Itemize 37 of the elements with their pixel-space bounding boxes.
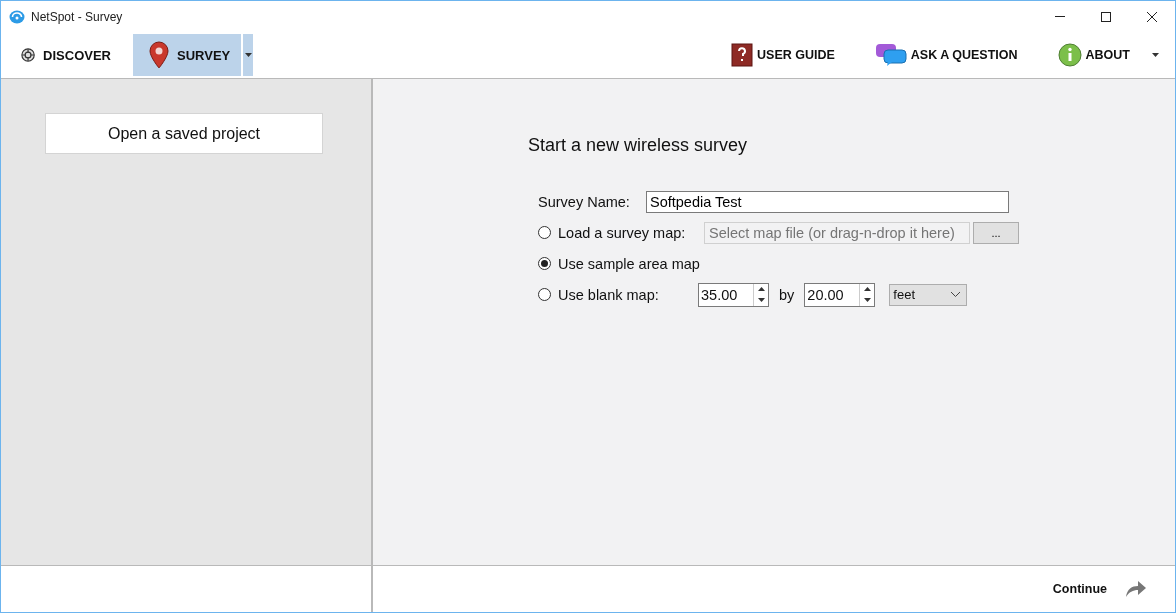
browse-button[interactable]: ... [973,221,1019,244]
toolbar-tab[interactable]: DISCOVER [1,34,131,76]
spin-up-icon [757,287,765,291]
dropdown-button[interactable] [243,34,253,76]
open-project-button[interactable]: Open a saved project [45,113,323,154]
caret-icon [1152,53,1159,57]
survey-name-field[interactable]: Softpedia Test [646,190,1009,213]
spin-down-icon [757,298,765,302]
arrow-icon [1125,581,1147,597]
wifi-logo-icon [9,9,25,24]
toolbar-link[interactable]: ABOUT [1057,34,1159,76]
survey-name-label: Survey Name: [538,193,631,210]
caret-icon [244,53,252,57]
chevron-down-icon [951,292,961,297]
continue-button[interactable]: Continue [1046,580,1153,598]
height-spinbox[interactable]: 20.00 [804,282,876,307]
option-label: Use blank map: [558,286,660,303]
option-label: Use sample area map [558,255,700,272]
radio-button[interactable] [538,288,551,301]
toolbar-tab[interactable]: SURVEY [133,34,241,76]
spin-down-icon [863,298,871,302]
spin-up-icon [863,287,871,291]
radio-button[interactable] [538,226,551,239]
help-book-icon [731,43,753,67]
window-title: NetSpot - Survey [31,9,123,24]
width-spinbox[interactable]: 35.00 [698,282,769,307]
chat-bubbles-icon [874,43,907,67]
by-label: by [779,286,795,303]
map-pin-icon [149,41,169,69]
form-heading: Start a new wireless survey [528,135,749,156]
option-label: Load a survey map: [558,224,687,241]
radio-button[interactable] [538,257,551,270]
toolbar-link[interactable]: USER GUIDE [731,34,835,76]
map-file-field[interactable]: Select map file (or drag-n-drop it here) [704,221,970,244]
unit-dropdown[interactable]: feet [889,283,968,306]
toolbar-link[interactable]: ASK A QUESTION [874,34,1018,76]
info-icon [1057,43,1082,67]
